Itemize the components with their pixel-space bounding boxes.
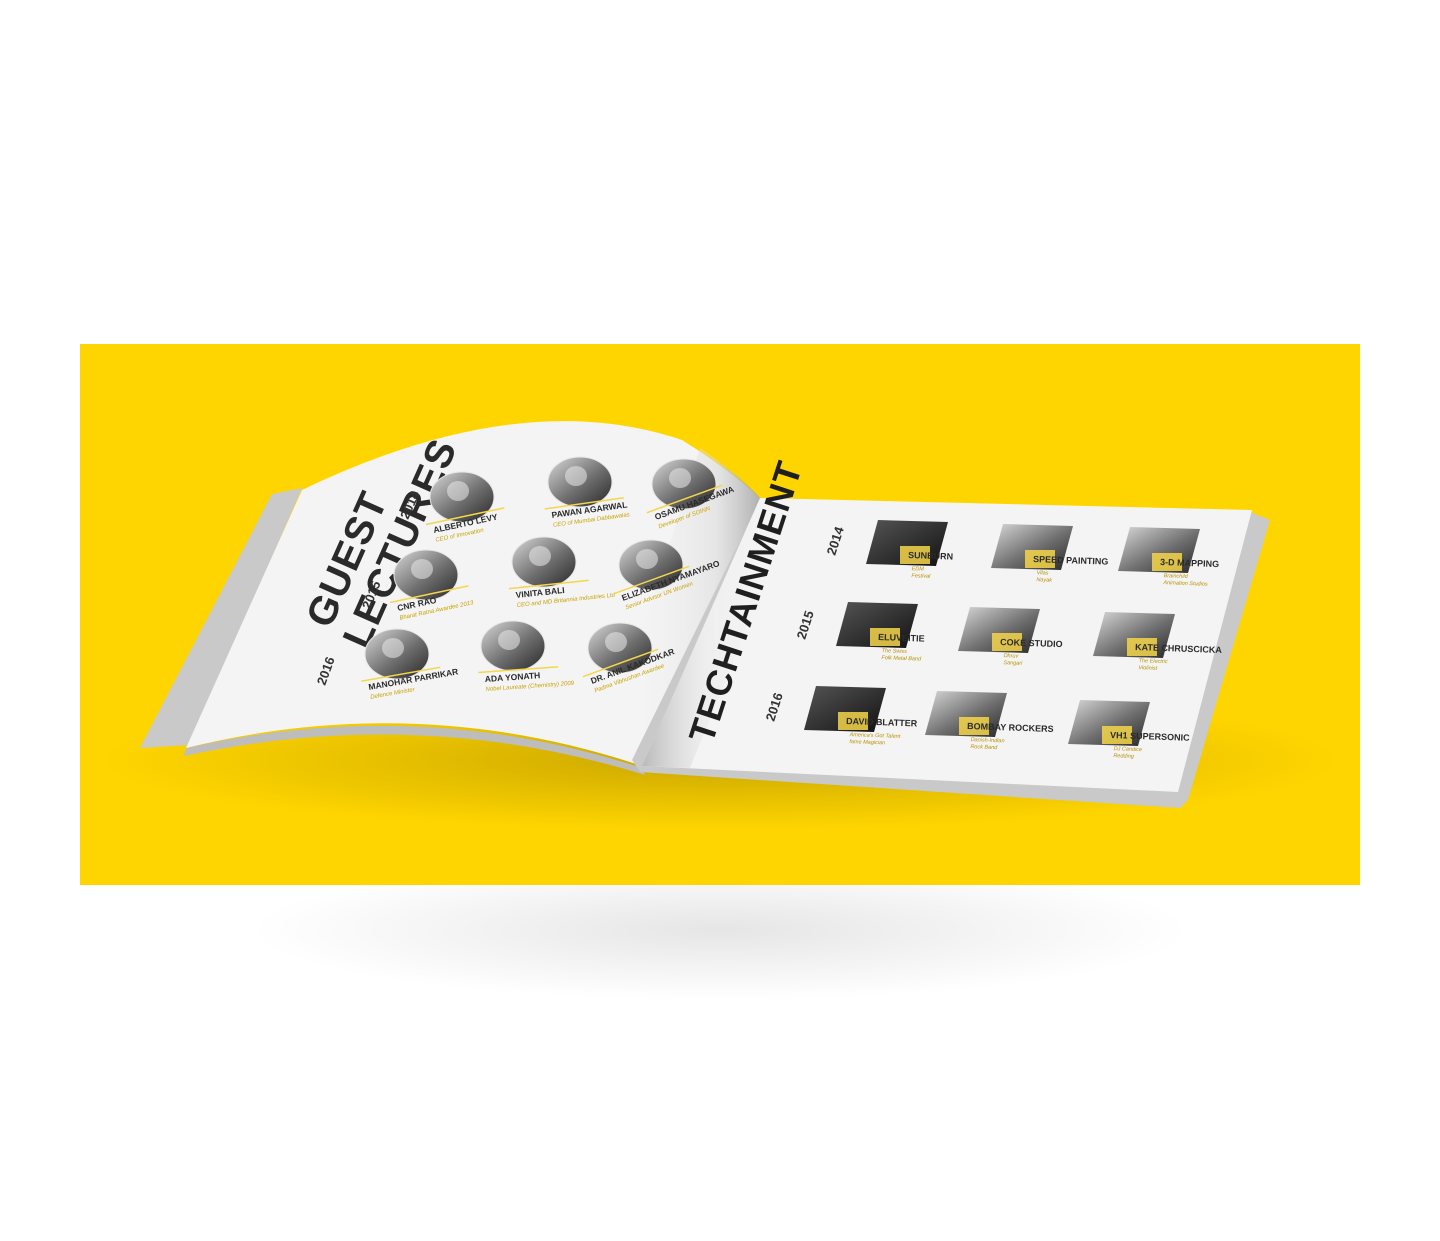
event-name: 3-D MAPPING (1160, 557, 1219, 569)
event-subtitle-line1: EDM (912, 566, 925, 572)
event-subtitle-line2: Nayak (1036, 577, 1052, 584)
event-name: ELUVEITIE (878, 632, 925, 644)
event-subtitle-line2: Sangari (1003, 660, 1023, 667)
portrait-face (636, 549, 658, 569)
event-subtitle-line1: Brainchild (1164, 573, 1189, 580)
portrait-face (382, 638, 404, 658)
product-mockup: GUEST LECTURES 2014 2015 2016 ALBERTO LE… (0, 0, 1440, 1236)
event-name: SUNBURN (908, 550, 953, 562)
event-subtitle-line1: Dhruv (1004, 653, 1020, 660)
event-subtitle-line2: Violinist (1138, 665, 1158, 672)
event-subtitle-line1: The Electric (1139, 658, 1168, 665)
event-subtitle-line1: Vilas (1037, 570, 1049, 576)
portrait-face (565, 466, 587, 486)
portrait-face (447, 481, 469, 501)
event-subtitle-line1: DJ Candice (1114, 746, 1143, 753)
portrait-face (605, 632, 627, 652)
event-subtitle-line2: Rock Band (970, 744, 998, 751)
portrait-face (669, 468, 691, 488)
portrait-face (498, 630, 520, 650)
event-subtitle-line1: The Swiss (882, 648, 908, 655)
portrait-face (411, 559, 433, 579)
event-subtitle-line2: Festival (911, 573, 931, 580)
event-subtitle-line2: fame Magician (849, 739, 885, 746)
book-mockup-svg: GUEST LECTURES 2014 2015 2016 ALBERTO LE… (80, 344, 1360, 1000)
portrait-face (529, 546, 551, 566)
event-subtitle-line1: Danish-Indian (971, 737, 1005, 744)
event-subtitle-line2: Redding (1113, 753, 1135, 760)
